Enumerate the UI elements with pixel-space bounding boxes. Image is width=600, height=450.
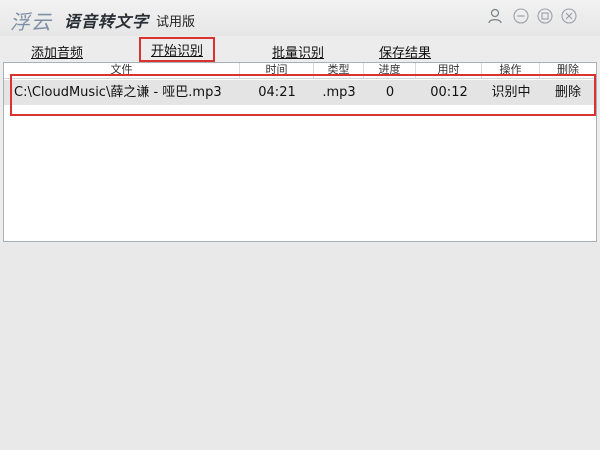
add-audio-button[interactable]: 添加音频 bbox=[31, 42, 83, 61]
batch-recognition-button[interactable]: 批量识别 bbox=[272, 42, 324, 61]
column-header-time[interactable]: 时间 bbox=[240, 63, 314, 78]
cell-elapsed: 00:12 bbox=[430, 85, 468, 100]
cell-file: C:\CloudMusic\薛之谦 - 哑巴.mp3 bbox=[14, 85, 222, 100]
table-header: 文件 时间 类型 进度 用时 操作 删除 bbox=[4, 63, 596, 79]
start-recognition-button[interactable]: 开始识别 bbox=[139, 37, 216, 62]
maximize-icon[interactable] bbox=[537, 8, 553, 24]
file-table: 文件 时间 类型 进度 用时 操作 删除 C:\CloudMusic\薛之谦 -… bbox=[3, 62, 597, 242]
column-header-progress[interactable]: 进度 bbox=[364, 63, 416, 78]
column-header-elapsed[interactable]: 用时 bbox=[416, 63, 482, 78]
cell-type: .mp3 bbox=[322, 85, 356, 100]
minimize-icon[interactable] bbox=[513, 8, 529, 24]
close-icon[interactable] bbox=[561, 8, 577, 24]
column-header-action[interactable]: 操作 bbox=[482, 63, 540, 78]
column-header-delete[interactable]: 删除 bbox=[540, 63, 596, 78]
column-header-file[interactable]: 文件 bbox=[4, 63, 240, 78]
edition-label: 试用版 bbox=[156, 15, 196, 30]
delete-button[interactable]: 删除 bbox=[540, 80, 596, 105]
app-title: 语音转文字 bbox=[64, 12, 150, 31]
cell-action[interactable]: 识别中 bbox=[482, 80, 540, 105]
user-icon[interactable] bbox=[487, 8, 503, 24]
cell-time: 04:21 bbox=[258, 85, 296, 100]
table-row[interactable]: C:\CloudMusic\薛之谦 - 哑巴.mp3 04:21 .mp3 0 … bbox=[4, 80, 596, 105]
output-area bbox=[0, 242, 600, 450]
column-header-type[interactable]: 类型 bbox=[314, 63, 364, 78]
cell-progress: 0 bbox=[385, 85, 395, 100]
app-logo: 浮云 bbox=[10, 10, 52, 34]
menu-bar: 添加音频 开始识别 批量识别 保存结果 bbox=[0, 36, 600, 62]
save-results-button[interactable]: 保存结果 bbox=[379, 42, 431, 61]
title-bar: 浮云 语音转文字 试用版 bbox=[0, 0, 600, 36]
start-recognition-label: 开始识别 bbox=[151, 44, 204, 59]
